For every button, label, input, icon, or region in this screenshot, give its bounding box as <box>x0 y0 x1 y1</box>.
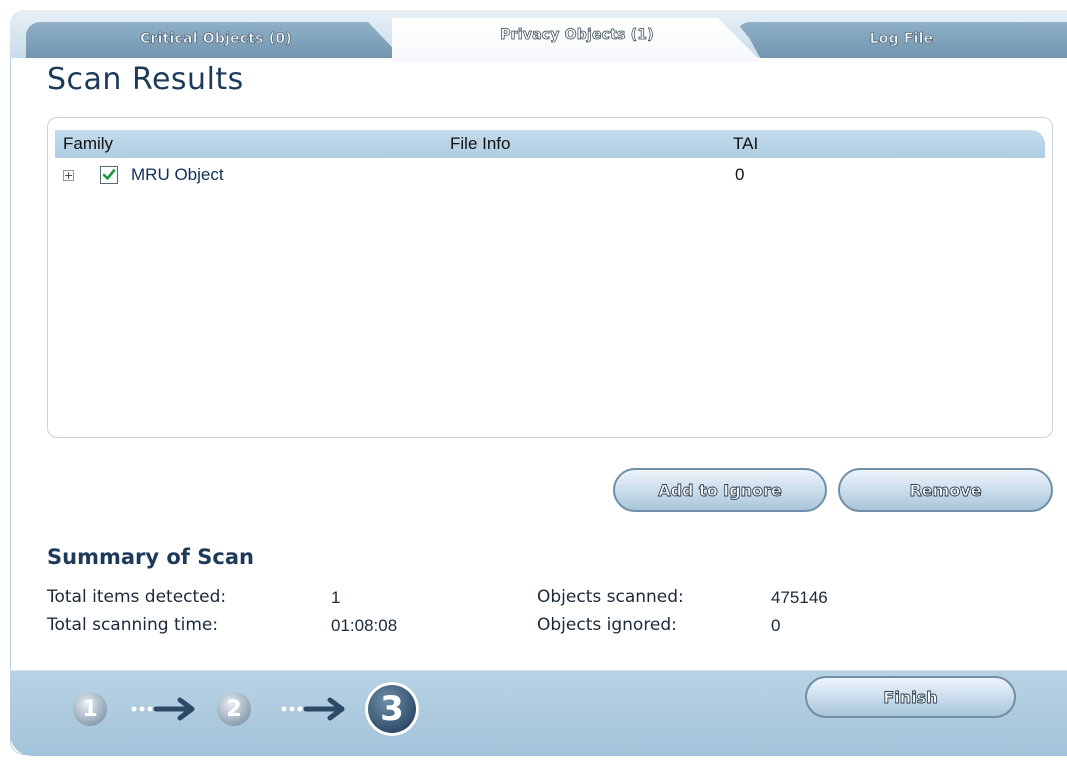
add-to-ignore-button[interactable]: Add to Ignore <box>613 468 827 512</box>
step-3-icon: 3 <box>365 682 419 736</box>
total-items-label: Total items detected: <box>47 587 227 607</box>
objects-ignored-label: Objects ignored: <box>537 615 677 635</box>
objects-scanned-label: Objects scanned: <box>537 587 684 607</box>
column-header-family[interactable]: Family <box>63 134 113 154</box>
total-time-label: Total scanning time: <box>47 615 219 635</box>
tab-label: Critical Objects (0) <box>140 31 292 48</box>
row-family: MRU Object <box>131 165 224 184</box>
tab-privacy-objects[interactable]: Privacy Objects (1) <box>392 18 762 62</box>
page-title: Scan Results <box>47 62 244 97</box>
objects-ignored-value: 0 <box>771 616 781 635</box>
arrow-right-icon <box>131 697 195 721</box>
remove-button[interactable]: Remove <box>838 468 1053 512</box>
tab-log-file[interactable]: Log File <box>736 22 1067 62</box>
column-header-tai[interactable]: TAI <box>733 134 758 154</box>
table-row[interactable]: + MRU Object 0 <box>55 164 1045 188</box>
table-header: Family File Info TAI <box>55 130 1045 158</box>
summary-title: Summary of Scan <box>47 545 254 569</box>
tab-label: Log File <box>869 31 934 48</box>
expand-icon[interactable]: + <box>63 170 74 181</box>
tab-critical-objects[interactable]: Critical Objects (0) <box>26 22 406 62</box>
finish-button[interactable]: Finish <box>805 676 1016 718</box>
step-1-icon: 1 <box>73 692 107 726</box>
button-label: Add to Ignore <box>658 480 783 500</box>
row-checkbox[interactable] <box>100 166 118 184</box>
checkmark-icon <box>102 169 116 180</box>
button-label: Finish <box>883 687 938 707</box>
column-header-file-info[interactable]: File Info <box>450 134 510 154</box>
results-table: Family File Info TAI + MRU Object 0 <box>47 117 1053 438</box>
total-time-value: 01:08:08 <box>331 616 398 635</box>
tab-label: Privacy Objects (1) <box>500 27 654 44</box>
objects-scanned-value: 475146 <box>771 588 828 607</box>
row-tai: 0 <box>735 165 745 184</box>
arrow-right-icon <box>281 697 345 721</box>
button-label: Remove <box>909 480 982 500</box>
step-2-icon: 2 <box>217 692 251 726</box>
total-items-value: 1 <box>331 588 341 607</box>
